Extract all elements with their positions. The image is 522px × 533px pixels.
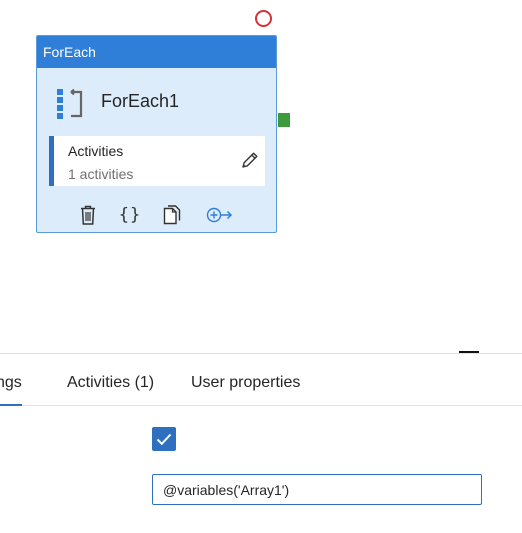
tab-settings-label: tings [0,374,22,391]
activities-count: 1 activities [68,166,134,182]
inner-activities-box[interactable]: Activities 1 activities [49,136,265,186]
code-braces-icon[interactable]: {} [119,204,141,226]
tab-activities[interactable]: Activities (1) [67,374,154,392]
pipeline-canvas[interactable]: ForEach ForEach1 Activities 1 activities [0,0,522,352]
foreach-activity-node[interactable]: ForEach ForEach1 Activities 1 activities [36,35,277,233]
add-output-icon[interactable] [205,204,235,226]
node-type-label: ForEach [37,36,276,68]
node-name: ForEach1 [101,91,180,111]
delete-icon[interactable] [77,204,99,226]
properties-panel: tings Activities (1) User properties [0,353,522,533]
checkmark-icon [156,433,172,446]
foreach-icon [57,88,83,119]
items-input[interactable] [152,474,482,505]
tab-settings[interactable]: tings [0,374,22,406]
error-handle-icon[interactable] [255,10,272,27]
properties-tabs: tings Activities (1) User properties [0,354,522,406]
tab-user-properties[interactable]: User properties [191,374,300,392]
success-output-handle[interactable] [278,113,290,127]
active-tab-indicator [0,404,22,406]
sequential-checkbox[interactable] [152,427,176,451]
activities-title: Activities [68,143,124,159]
clone-icon[interactable] [161,204,183,226]
edit-activities-icon[interactable] [240,150,260,170]
